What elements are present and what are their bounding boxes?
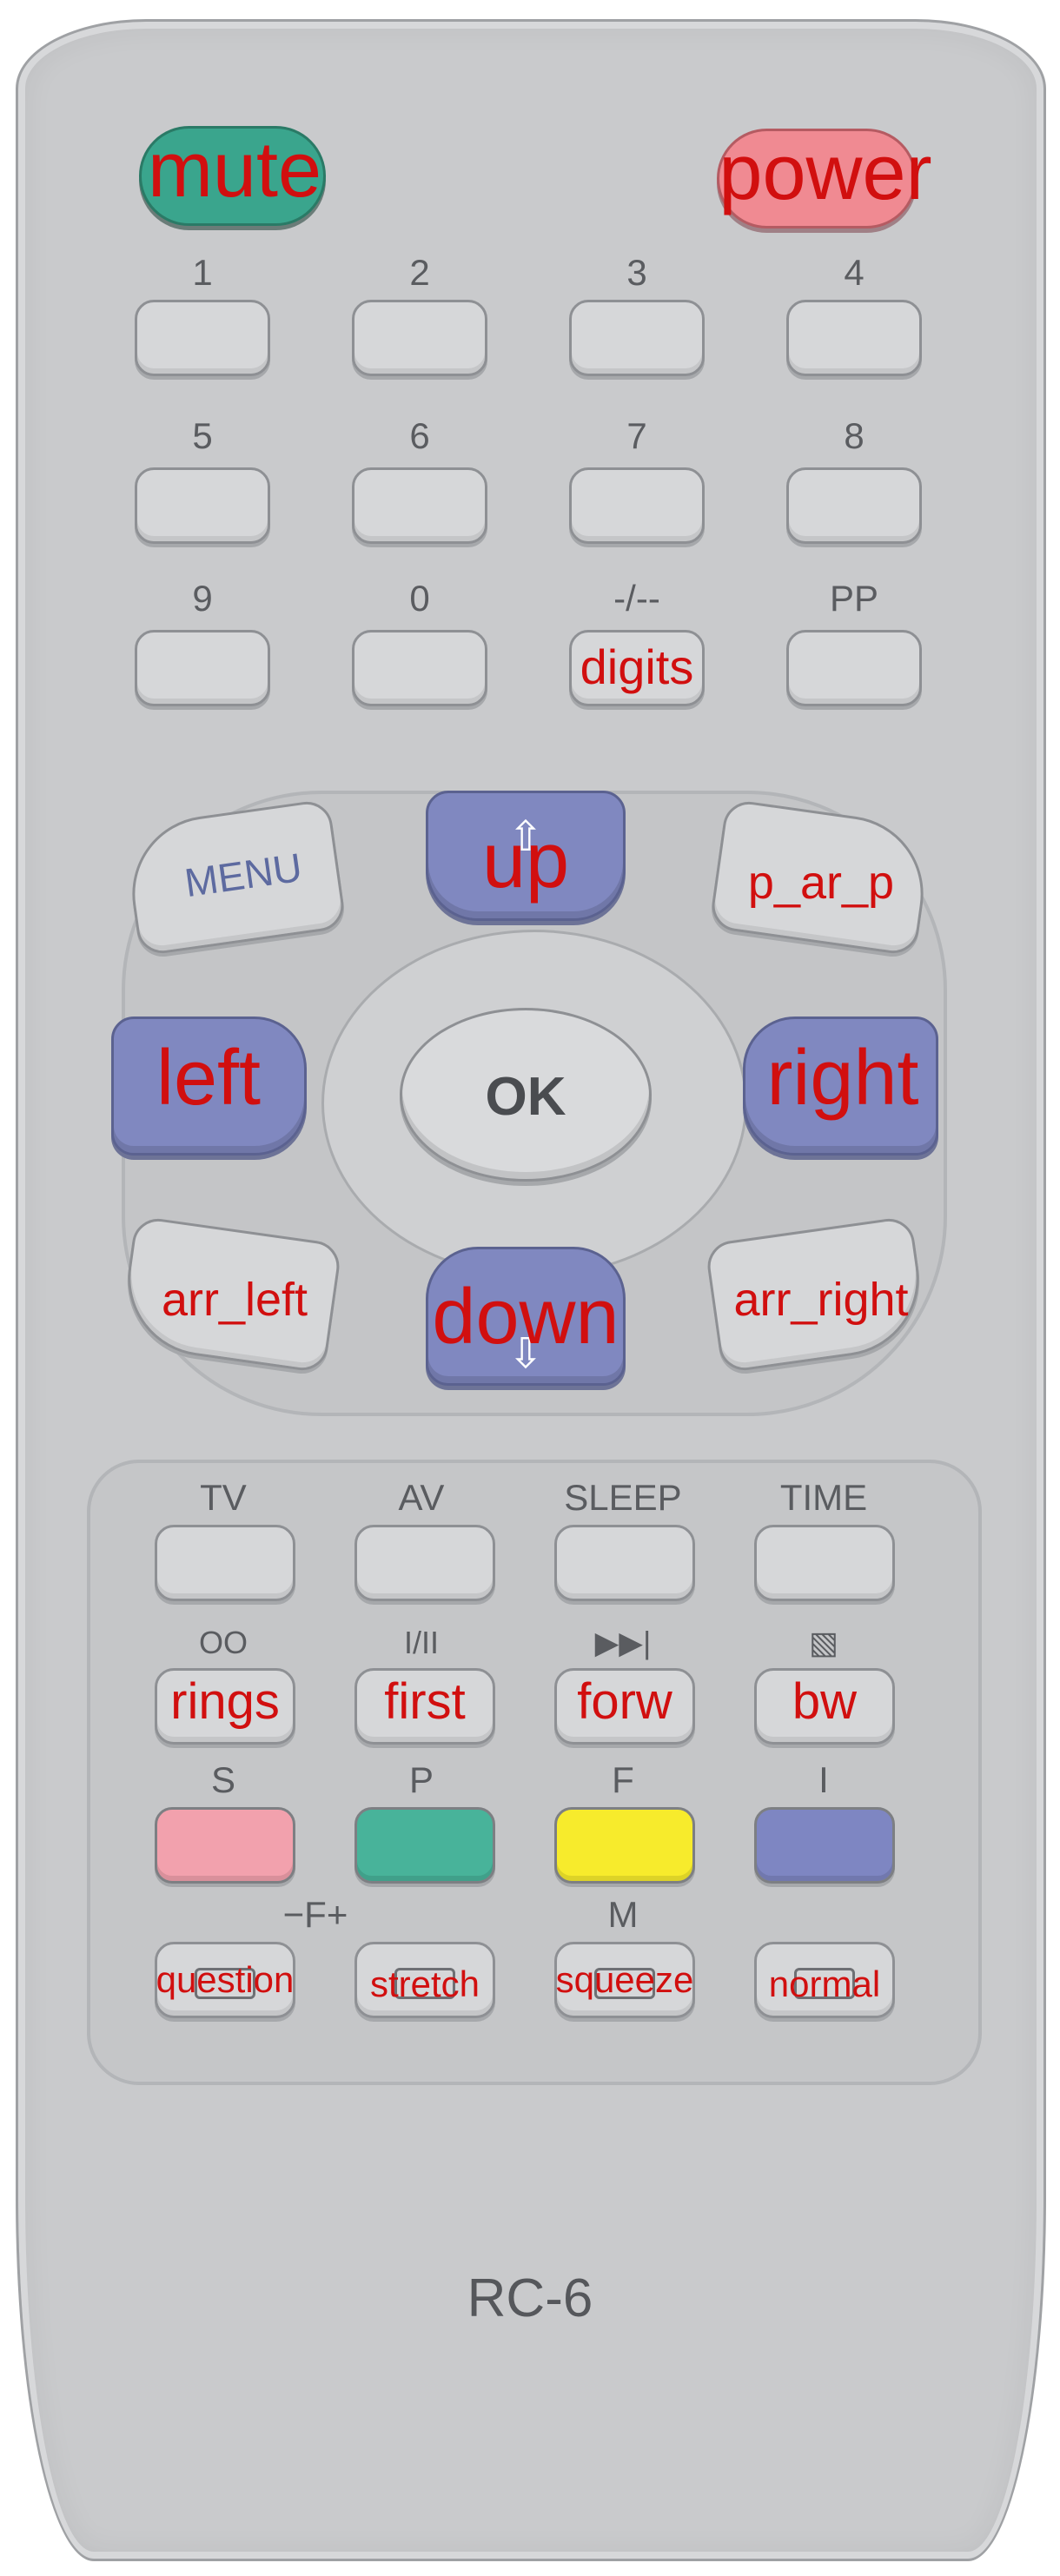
time-button[interactable] [754,1525,895,1601]
left-label: left [156,1035,262,1122]
digit-label-2: 2 [409,252,430,293]
av-button[interactable] [354,1525,495,1601]
digit-button-9[interactable] [135,630,270,706]
p-label: P [408,1759,434,1800]
model-label: RC-6 [467,2268,593,2328]
digit-button-5[interactable] [135,467,270,544]
ok-button[interactable]: OK [400,1008,652,1182]
p-ar-p-label: p_ar_p [747,857,895,909]
digit-button-6[interactable] [352,467,487,544]
i-label: I [818,1759,829,1800]
digit-label-5: 5 [192,415,213,456]
mute-label: mute [147,127,322,214]
sleep-label: SLEEP [564,1477,682,1518]
forward-icon: ▶▶| [594,1625,652,1660]
blue-button[interactable] [754,1807,895,1884]
pp-button[interactable] [786,630,922,706]
right-label: right [766,1035,919,1122]
arr-left-label: arr_left [161,1274,308,1326]
digit-label-3: 3 [626,252,647,293]
squeeze-label: squeeze [555,1959,694,2000]
stretch-label: stretch [369,1963,480,2004]
digit-label-6: 6 [409,415,430,456]
digit-button-2[interactable] [352,300,487,376]
sleep-button[interactable] [554,1525,695,1601]
f-label: F [612,1759,634,1800]
f-plus-minus-label: −F+ [282,1894,348,1935]
digits-mode-label: -/-- [613,578,660,619]
bw-label: bw [792,1673,858,1730]
up-label: up [481,818,570,904]
digit-button-4[interactable] [786,300,922,376]
av-label: AV [398,1477,445,1518]
down-label: down [432,1274,619,1361]
digit-label-1: 1 [192,252,213,293]
digit-label-9: 9 [192,578,213,619]
power-label: power [719,129,932,216]
yellow-button[interactable] [554,1807,695,1884]
digits-overlay: digits [580,639,694,694]
tv-label: TV [200,1477,247,1518]
forw-label: forw [577,1673,672,1730]
time-label: TIME [779,1477,868,1518]
green-button[interactable] [354,1807,495,1884]
digit-label-4: 4 [844,252,865,293]
first-label: first [384,1673,466,1730]
digit-button-1[interactable] [135,300,270,376]
rings-label: rings [170,1673,280,1730]
mono-stereo-icon: I/II [403,1625,439,1660]
rings-icon: OO [198,1625,248,1660]
pp-label: PP [829,578,879,619]
s-label: S [210,1759,235,1800]
m-label: M [607,1894,639,1935]
bw-icon: ▧ [808,1625,838,1660]
tv-button[interactable] [155,1525,295,1601]
digit-button-7[interactable] [569,467,705,544]
digit-button-0[interactable] [352,630,487,706]
question-label: question [156,1959,295,2000]
normal-label: normal [768,1963,881,2004]
digit-label-7: 7 [626,415,647,456]
digit-button-3[interactable] [569,300,705,376]
arr-right-label: arr_right [733,1274,909,1326]
digit-label-0: 0 [409,578,430,619]
digit-label-8: 8 [844,415,865,456]
digit-button-8[interactable] [786,467,922,544]
red-button[interactable] [155,1807,295,1884]
